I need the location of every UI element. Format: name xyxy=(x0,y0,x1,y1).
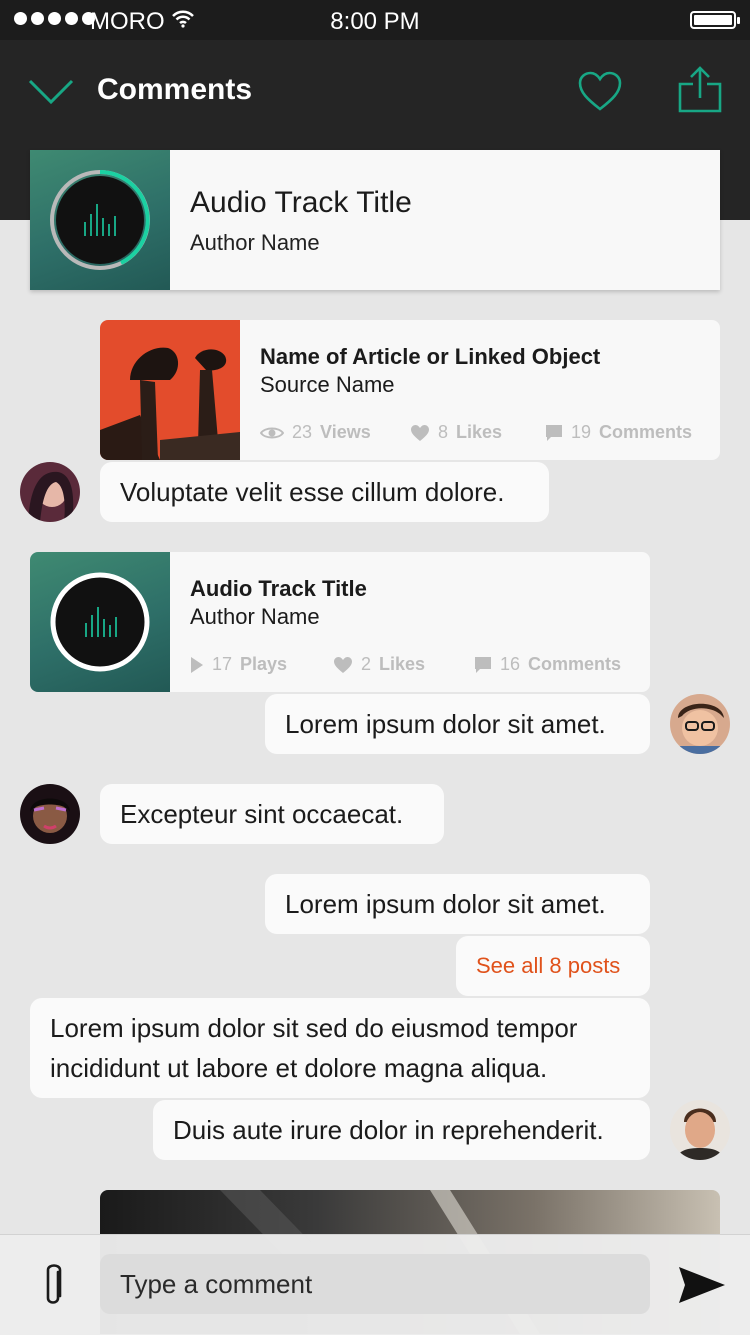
track-title: Audio Track Title xyxy=(190,186,412,219)
heart-icon xyxy=(411,424,429,441)
article-card[interactable]: Name of Article or Linked Object Source … xyxy=(100,320,720,460)
track-plays: 17 Plays xyxy=(190,654,287,675)
battery-icon xyxy=(690,11,740,29)
track-comments[interactable]: 16 Comments xyxy=(474,654,621,675)
equalizer-icon xyxy=(84,204,116,236)
message-bubble: Duis aute irure dolor in reprehenderit. xyxy=(153,1100,650,1160)
track-card[interactable]: Audio Track Title Author Name 17 Plays 2… xyxy=(30,552,650,692)
paperclip-icon[interactable] xyxy=(38,1262,68,1310)
article-source: Source Name xyxy=(260,372,395,397)
article-title: Name of Article or Linked Object xyxy=(260,344,601,369)
avatar[interactable] xyxy=(670,694,730,754)
likes-count: 8 xyxy=(438,422,449,442)
track-title: Audio Track Title xyxy=(190,576,367,601)
views-label: Views xyxy=(320,422,371,442)
page-title: Comments xyxy=(97,73,253,106)
clock: 8:00 PM xyxy=(330,8,420,35)
play-icon xyxy=(191,656,203,673)
likes-label: Likes xyxy=(379,654,426,674)
comments-count: 16 xyxy=(500,654,521,674)
track-author: Author Name xyxy=(190,604,320,629)
comments-label: Comments xyxy=(599,422,693,442)
likes-count: 2 xyxy=(361,654,372,674)
message-bubble: Lorem ipsum dolor sit amet. xyxy=(265,874,650,934)
chevron-down-icon[interactable] xyxy=(28,78,74,106)
message-bubble: Voluptate velit esse cillum dolore. xyxy=(100,462,549,522)
track-likes[interactable]: 2 Likes xyxy=(333,654,425,675)
comments-label: Comments xyxy=(528,654,622,674)
comment-icon xyxy=(475,656,491,673)
heart-icon xyxy=(334,656,352,673)
avatar[interactable] xyxy=(20,462,80,522)
article-comments[interactable]: 19 Comments xyxy=(545,422,692,443)
comments-count: 19 xyxy=(571,422,592,442)
message-bubble: Lorem ipsum dolor sit sed do eiusmod tem… xyxy=(30,998,650,1098)
message-bubble: Lorem ipsum dolor sit amet. xyxy=(265,694,650,754)
send-icon[interactable] xyxy=(678,1266,726,1304)
track-artwork xyxy=(30,150,170,290)
message-bubble: Excepteur sint occaecat. xyxy=(100,784,444,844)
eye-icon xyxy=(260,427,284,438)
comment-input[interactable] xyxy=(100,1254,650,1314)
equalizer-icon xyxy=(85,607,117,637)
avatar[interactable] xyxy=(670,1100,730,1160)
likes-label: Likes xyxy=(456,422,503,442)
track-artwork xyxy=(30,552,170,692)
see-all-posts-link[interactable]: See all 8 posts xyxy=(456,936,650,996)
share-icon[interactable] xyxy=(677,66,723,114)
article-image xyxy=(100,320,240,460)
track-header-card[interactable]: Audio Track Title Author Name xyxy=(30,150,720,290)
plays-label: Plays xyxy=(240,654,288,674)
plays-count: 17 xyxy=(212,654,233,674)
article-likes[interactable]: 8 Likes xyxy=(410,422,502,443)
views-count: 23 xyxy=(292,422,313,442)
track-author: Author Name xyxy=(190,230,320,255)
status-bar: MORO 8:00 PM xyxy=(0,0,750,40)
article-views: 23 Views xyxy=(260,422,371,443)
heart-icon[interactable] xyxy=(577,70,623,112)
avatar[interactable] xyxy=(20,784,80,844)
comment-icon xyxy=(546,424,562,441)
